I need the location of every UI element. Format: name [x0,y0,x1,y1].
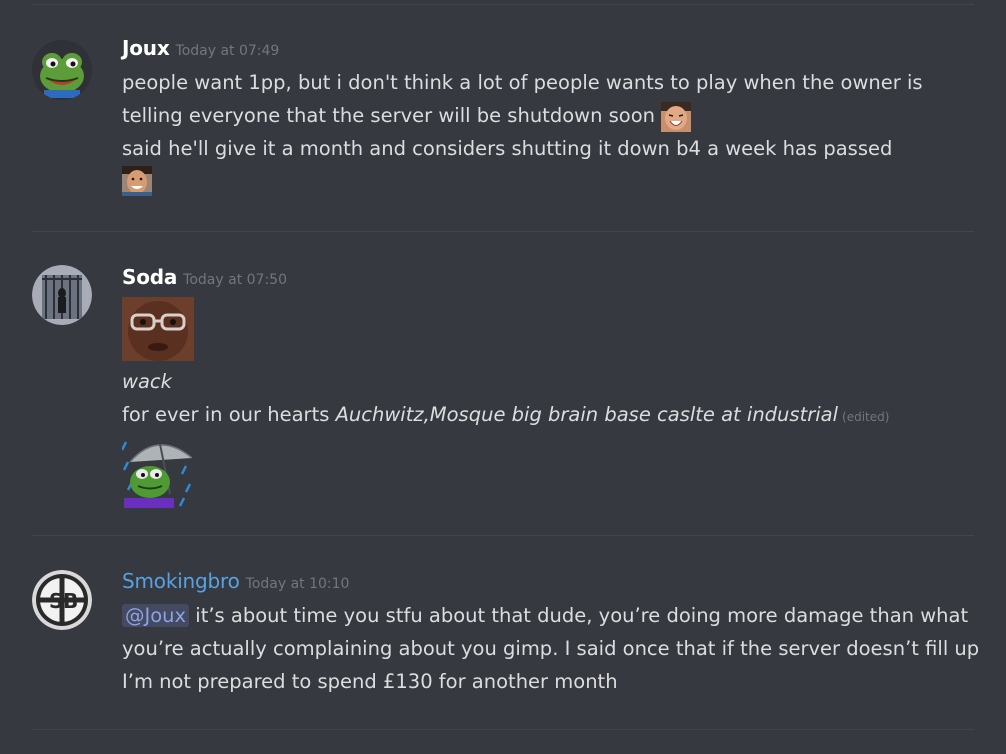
username[interactable]: Smokingbro [122,569,240,593]
username[interactable]: Soda [122,265,177,289]
smiling-man-emoji-icon[interactable] [122,166,152,196]
timestamp: Today at 07:50 [183,272,287,288]
message-divider [32,729,974,730]
big-emoji-row [122,297,976,365]
timestamp: Today at 10:10 [245,576,350,592]
message-line: telling everyone that the server will be… [122,99,976,132]
pepe-umbrella-rain-emoji-icon[interactable] [120,436,194,508]
message-divider [32,535,974,536]
emoji-row [122,165,976,199]
message-line: said he'll give it a month and considers… [122,137,893,160]
user-mention[interactable]: @Joux [122,604,190,627]
sb-logo-avatar-icon[interactable]: S B [32,570,92,630]
message-header: Joux Today at 07:49 [122,36,976,66]
message-italic-text: Auchwitz,Mosque big brain base caslte at… [335,403,839,426]
timestamp: Today at 07:49 [175,43,280,59]
edited-label: (edited) [842,410,890,424]
svg-text:B: B [63,589,78,613]
message-header: Soda Today at 07:50 [122,265,976,295]
message-header: Smokingbro Today at 10:10 [122,569,982,599]
message-text: for ever in our hearts [122,403,330,426]
man-with-glasses-emoji-icon[interactable] [122,297,194,361]
message-line: wack [122,370,172,393]
message-line: people want 1pp, but i don't think a lot… [122,71,923,94]
svg-text:S: S [49,589,63,613]
message-text: telling everyone that the server will be… [122,104,656,127]
laughing-face-emoji-icon[interactable] [661,101,692,132]
message-body: @Joux it’s about time you stfu about tha… [122,599,982,698]
message-text: it’s about time you stfu about that dude… [122,604,980,693]
pepe-frog-avatar-icon[interactable] [32,40,92,100]
message-divider [32,231,974,232]
caged-person-avatar-icon[interactable] [32,265,92,325]
emoji-row [120,436,976,508]
top-divider [32,4,974,5]
username[interactable]: Joux [122,36,170,60]
message-line: for ever in our hearts Auchwitz,Mosque b… [122,398,976,434]
